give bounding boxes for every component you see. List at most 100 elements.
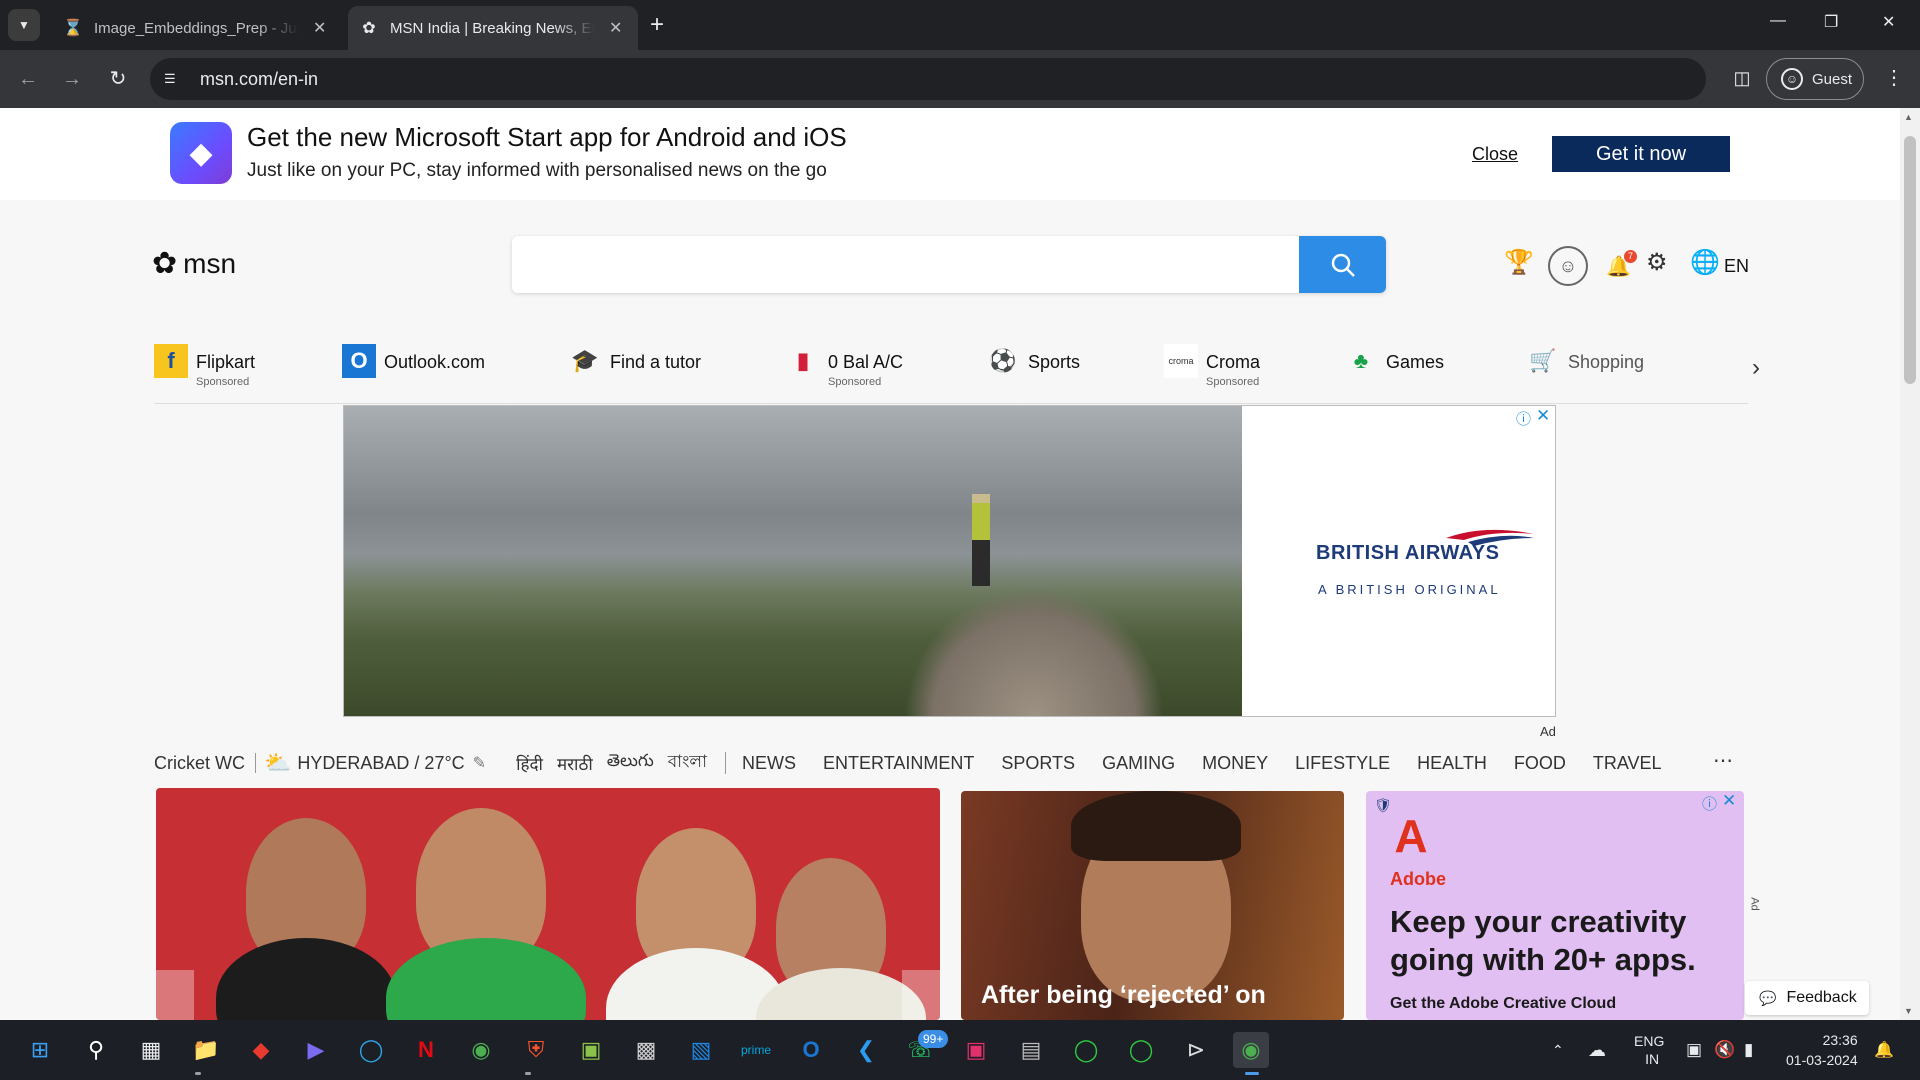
scrollbar-thumb[interactable]: [1904, 136, 1916, 384]
lang-hindi[interactable]: हिंदी: [516, 752, 543, 775]
task-view-icon[interactable]: ▦: [133, 1032, 169, 1068]
scroll-up-icon[interactable]: ▲: [1904, 112, 1913, 122]
app-window-icon[interactable]: ▤: [1013, 1032, 1049, 1068]
new-tab-button[interactable]: +: [650, 10, 664, 40]
reload-icon[interactable]: ↻: [102, 63, 134, 95]
rewards-trophy-icon[interactable]: 🏆: [1504, 248, 1534, 277]
site-settings-icon[interactable]: ☰: [164, 71, 186, 87]
nav-lifestyle[interactable]: LIFESTYLE: [1295, 753, 1390, 774]
network-icon[interactable]: ▣: [1686, 1020, 1702, 1080]
scroll-down-icon[interactable]: ▼: [1904, 1006, 1913, 1016]
chrome-active-icon[interactable]: ◉: [1233, 1032, 1269, 1068]
input-language[interactable]: ENG IN: [1634, 1020, 1664, 1080]
quick-links-next-chevron-icon[interactable]: ›: [1752, 354, 1760, 382]
store-icon[interactable]: ▧: [683, 1032, 719, 1068]
search-input[interactable]: [512, 236, 1292, 293]
nav-cricket-wc[interactable]: Cricket WC: [154, 753, 245, 774]
globe-icon[interactable]: 🌐: [1690, 248, 1720, 277]
account-avatar-icon[interactable]: ☺: [1548, 246, 1588, 286]
lang-telugu[interactable]: తెలుగు: [607, 751, 654, 775]
ad-hiker-figure: [972, 494, 990, 586]
copilot-icon[interactable]: ▶: [298, 1032, 334, 1068]
get-it-now-button[interactable]: Get it now: [1552, 136, 1730, 172]
side-panel-icon[interactable]: ◫: [1726, 62, 1758, 94]
search-icon[interactable]: ⚲: [78, 1032, 114, 1068]
spinner-app-icon[interactable]: ◯: [1123, 1032, 1159, 1068]
more-categories-icon[interactable]: ⋯: [1713, 748, 1734, 773]
prime-video-icon[interactable]: prime: [738, 1032, 774, 1068]
nav-news[interactable]: NEWS: [742, 753, 796, 774]
image-viewer-icon[interactable]: ▣: [573, 1032, 609, 1068]
banner-close-link[interactable]: Close: [1472, 144, 1518, 165]
tab-close-icon[interactable]: ✕: [313, 18, 326, 38]
spinner-app-icon[interactable]: ◯: [1068, 1032, 1104, 1068]
nav-sports[interactable]: SPORTS: [1001, 753, 1075, 774]
terminal-window-icon[interactable]: ▩: [628, 1032, 664, 1068]
clock[interactable]: 23:36 01-03-2024: [1786, 1020, 1858, 1080]
nav-entertainment[interactable]: ENTERTAINMENT: [823, 753, 974, 774]
carousel-next-icon[interactable]: [902, 970, 940, 1020]
quick-link-games[interactable]: ♣ Games: [1344, 344, 1444, 378]
battery-icon[interactable]: ▮: [1744, 1020, 1753, 1080]
tab-jupyter[interactable]: ⌛ Image_Embeddings_Prep - Jupyter ✕: [52, 6, 344, 50]
edit-pencil-icon[interactable]: ✎: [473, 753, 486, 773]
ad-close-icon[interactable]: ✕: [1536, 406, 1550, 426]
tab-msn[interactable]: ✿ MSN India | Breaking News, Entertainme…: [348, 6, 638, 50]
vscode-icon[interactable]: ❮: [848, 1032, 884, 1068]
minimize-icon[interactable]: —: [1770, 12, 1786, 30]
tab-close-icon[interactable]: ✕: [609, 18, 622, 38]
brave-icon[interactable]: ⛨: [518, 1032, 554, 1068]
page-scrollbar[interactable]: ▲ ▼: [1900, 108, 1920, 1020]
netflix-icon[interactable]: N: [408, 1032, 444, 1068]
ad-choices-icon[interactable]: ⓘ: [1702, 793, 1717, 814]
language-selector[interactable]: EN: [1724, 256, 1749, 277]
instagram-icon[interactable]: ▣: [958, 1032, 994, 1068]
nav-food[interactable]: FOOD: [1514, 753, 1566, 774]
lang-marathi[interactable]: मराठी: [557, 752, 593, 775]
nav-travel[interactable]: TRAVEL: [1593, 753, 1662, 774]
back-icon[interactable]: ←: [12, 63, 44, 95]
quick-link-sports[interactable]: ⚽ Sports: [986, 344, 1080, 378]
quick-link-flipkart[interactable]: f Flipkart Sponsored: [154, 344, 255, 388]
carousel-prev-icon[interactable]: [156, 970, 194, 1020]
featured-story-card[interactable]: [156, 788, 940, 1020]
profile-button[interactable]: ☺ Guest: [1766, 58, 1864, 100]
browser-menu-icon[interactable]: ⋮: [1882, 62, 1906, 94]
weather-widget[interactable]: ⛅ HYDERABAD / 27°C ✎: [264, 750, 486, 776]
british-airways-ad[interactable]: BRITISH AIRWAYS A BRITISH ORIGINAL ⓘ ✕: [343, 405, 1556, 717]
chrome-icon[interactable]: ◉: [463, 1032, 499, 1068]
file-explorer-icon[interactable]: 📁: [188, 1032, 224, 1068]
nav-gaming[interactable]: GAMING: [1102, 753, 1175, 774]
adobe-ad-card[interactable]: 🛡 ⓘ ✕ A Adobe Keep your creativity going…: [1366, 791, 1744, 1020]
forward-icon[interactable]: →: [56, 63, 88, 95]
tab-search-dropdown-icon[interactable]: ▼: [8, 9, 40, 41]
msn-butterfly-icon: ✿: [152, 247, 178, 280]
terminal-icon[interactable]: ⊳: [1178, 1032, 1214, 1068]
onedrive-cloud-icon[interactable]: ☁: [1588, 1020, 1606, 1080]
settings-gear-icon[interactable]: ⚙: [1646, 248, 1668, 277]
search-button[interactable]: [1299, 236, 1386, 293]
tray-chevron-icon[interactable]: ⌃: [1552, 1020, 1564, 1080]
window-close-icon[interactable]: ✕: [1882, 12, 1895, 32]
restore-icon[interactable]: ❐: [1824, 12, 1838, 32]
windows-start-icon[interactable]: ⊞: [22, 1032, 58, 1068]
quick-link-zero-bal[interactable]: ▮ 0 Bal A/C Sponsored: [786, 344, 903, 388]
edge-icon[interactable]: ◯: [353, 1032, 389, 1068]
quick-link-outlook[interactable]: O Outlook.com: [342, 344, 485, 378]
quick-link-croma[interactable]: croma Croma Sponsored: [1164, 344, 1260, 388]
quick-link-find-tutor[interactable]: 🎓 Find a tutor: [568, 344, 701, 378]
story-card[interactable]: After being ‘rejected’ on: [961, 791, 1344, 1020]
volume-muted-icon[interactable]: 🔇: [1714, 1020, 1735, 1080]
address-bar[interactable]: ☰ msn.com/en-in: [150, 58, 1706, 100]
lang-bengali[interactable]: বাংলা: [668, 749, 707, 777]
quick-link-shopping[interactable]: 🛒 Shopping: [1526, 344, 1644, 378]
app-diamond-icon[interactable]: ◆: [243, 1032, 279, 1068]
feedback-button[interactable]: 💬 Feedback: [1745, 981, 1869, 1015]
notifications-bell-icon[interactable]: 🔔: [1874, 1020, 1894, 1080]
msn-logo[interactable]: ✿ msn: [152, 246, 236, 281]
ad-close-icon[interactable]: ✕: [1722, 791, 1736, 811]
nav-money[interactable]: MONEY: [1202, 753, 1268, 774]
outlook-icon[interactable]: O: [793, 1032, 829, 1068]
nav-health[interactable]: HEALTH: [1417, 753, 1487, 774]
ad-choices-icon[interactable]: ⓘ: [1516, 408, 1531, 429]
